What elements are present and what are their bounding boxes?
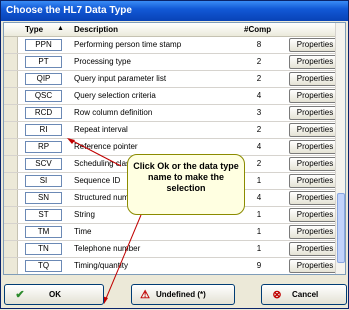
row-description: Reference pointer (74, 142, 138, 151)
row-indicator[interactable] (4, 173, 18, 189)
undefined-button[interactable]: ⚠ Undefined (*) (131, 284, 235, 305)
row-indicator[interactable] (4, 54, 18, 70)
properties-button[interactable]: Properties (289, 106, 341, 120)
properties-button[interactable]: Properties (289, 191, 341, 205)
properties-button[interactable]: Properties (289, 72, 341, 86)
row-comp-count: 2 (256, 159, 262, 168)
sort-ascending-icon: ▲ (57, 25, 64, 32)
row-description: Query input parameter list (74, 74, 167, 83)
column-header-description[interactable]: Description (74, 25, 118, 34)
table-row[interactable]: RI Repeat interval 2 Properties (4, 122, 345, 139)
data-type-grid: Type ▲ Description #Comp PPN Performing p… (3, 22, 346, 275)
row-comp-count: 2 (256, 74, 262, 83)
checkmark-icon: ✔ (15, 289, 25, 301)
type-name-button[interactable]: QSC (25, 90, 62, 102)
type-name-button[interactable]: RP (25, 141, 62, 153)
column-header-type[interactable]: Type (25, 25, 43, 34)
hl7-data-type-dialog: Choose the HL7 Data Type Type ▲ Descript… (0, 0, 349, 309)
row-indicator[interactable] (4, 105, 18, 121)
properties-button[interactable]: Properties (289, 89, 341, 103)
table-row[interactable]: PPN Performing person time stamp 8 Properti… (4, 37, 345, 54)
properties-button[interactable]: Properties (289, 38, 341, 52)
row-comp-count: 3 (256, 108, 262, 117)
type-name-button[interactable]: TM (25, 226, 62, 238)
scrollbar-thumb[interactable] (337, 193, 345, 263)
vertical-scrollbar[interactable] (335, 23, 345, 274)
table-row[interactable]: QSC Query selection criteria 4 Properties (4, 88, 345, 105)
row-description: Sequence ID (74, 176, 121, 185)
row-description: Repeat interval (74, 125, 128, 134)
cancel-button[interactable]: ⊗ Cancel (261, 284, 347, 305)
properties-button[interactable]: Properties (289, 225, 341, 239)
row-comp-count: 8 (256, 40, 262, 49)
grid-header: Type ▲ Description #Comp (4, 23, 345, 37)
row-comp-count: 1 (256, 176, 262, 185)
warning-icon: ⚠ (140, 289, 150, 301)
properties-button[interactable]: Properties (289, 259, 341, 273)
row-description: Telephone number (74, 244, 141, 253)
row-description: Row column definition (74, 108, 153, 117)
properties-button[interactable]: Properties (289, 123, 341, 137)
row-comp-count: 1 (256, 227, 262, 236)
help-callout: Click Ok or the data type name to make t… (127, 154, 245, 215)
table-row[interactable]: QIP Query input parameter list 2 Properties (4, 71, 345, 88)
row-description: Performing person time stamp (74, 40, 182, 49)
row-description: String (74, 210, 95, 219)
row-comp-count: 4 (256, 142, 262, 151)
type-name-button[interactable]: SN (25, 192, 62, 204)
type-name-button[interactable]: TQ (25, 260, 62, 272)
row-description: Processing type (74, 57, 131, 66)
type-name-button[interactable]: TN (25, 243, 62, 255)
row-comp-count: 2 (256, 125, 262, 134)
row-description: Time (74, 227, 92, 236)
ok-button-label: OK (49, 290, 61, 299)
row-indicator[interactable] (4, 156, 18, 172)
row-comp-count: 1 (256, 244, 262, 253)
type-name-button[interactable]: SI (25, 175, 62, 187)
properties-button[interactable]: Properties (289, 55, 341, 69)
type-name-button[interactable]: PT (25, 56, 62, 68)
window-title: Choose the HL7 Data Type (1, 1, 348, 21)
row-indicator[interactable] (4, 88, 18, 104)
type-name-button[interactable]: PPN (25, 39, 62, 51)
row-indicator[interactable] (4, 207, 18, 223)
properties-button[interactable]: Properties (289, 174, 341, 188)
type-name-button[interactable]: SCV (25, 158, 62, 170)
properties-button[interactable]: Properties (289, 157, 341, 171)
cancel-button-label: Cancel (292, 290, 319, 299)
type-name-button[interactable]: ST (25, 209, 62, 221)
column-header-comp[interactable]: #Comp (244, 25, 271, 34)
row-indicator[interactable] (4, 37, 18, 53)
row-indicator[interactable] (4, 190, 18, 206)
table-row[interactable]: PT Processing type 2 Properties (4, 54, 345, 71)
ok-button[interactable]: ✔ OK (4, 284, 104, 305)
properties-button[interactable]: Properties (289, 242, 341, 256)
table-row[interactable]: RCD Row column definition 3 Properties (4, 105, 345, 122)
properties-button[interactable]: Properties (289, 208, 341, 222)
cancel-icon: ⊗ (272, 289, 282, 301)
row-comp-count: 9 (256, 261, 262, 270)
undefined-button-label: Undefined (*) (156, 290, 206, 299)
table-row[interactable]: TM Time 1 Properties (4, 224, 345, 241)
row-indicator[interactable] (4, 139, 18, 155)
row-comp-count: 4 (256, 91, 262, 100)
row-comp-count: 1 (256, 210, 262, 219)
row-comp-count: 2 (256, 57, 262, 66)
row-description: Timing/quantity (74, 261, 128, 270)
row-indicator[interactable] (4, 122, 18, 138)
row-comp-count: 4 (256, 193, 262, 202)
row-indicator[interactable] (4, 258, 18, 274)
table-row[interactable]: TQ Timing/quantity 9 Properties (4, 258, 345, 274)
row-indicator[interactable] (4, 71, 18, 87)
row-indicator[interactable] (4, 224, 18, 240)
row-description: Query selection criteria (74, 91, 156, 100)
type-name-button[interactable]: RCD (25, 107, 62, 119)
type-name-button[interactable]: RI (25, 124, 62, 136)
row-indicator[interactable] (4, 241, 18, 257)
properties-button[interactable]: Properties (289, 140, 341, 154)
table-row[interactable]: TN Telephone number 1 Properties (4, 241, 345, 258)
type-name-button[interactable]: QIP (25, 73, 62, 85)
